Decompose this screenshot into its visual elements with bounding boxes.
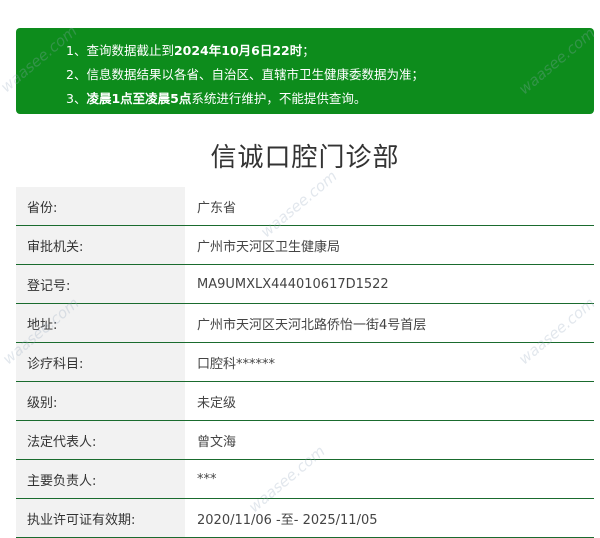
notice-line-3: 3、凌晨1点至凌晨5点系统进行维护，不能提供查询。	[66, 87, 594, 111]
notice-line-text: 信息数据结果以各省、自治区、直辖市卫生健康委数据为准；	[86, 67, 424, 82]
notice-line-emphasis: 凌晨1点至凌晨5点	[86, 91, 192, 106]
clinic-title: 信诚口腔门诊部	[210, 143, 400, 173]
notice-line-emphasis: 2024年10月6日22时	[173, 43, 303, 58]
notice-line-number: 2、	[66, 67, 87, 82]
row-value-legal-representative: 曾文海	[185, 420, 594, 460]
row-value-approval-authority: 广州市天河区卫生健康局	[185, 225, 594, 265]
row-label-level: 级别:	[16, 381, 185, 421]
notice-line-2: 2、信息数据结果以各省、自治区、直辖市卫生健康委数据为准；	[66, 63, 594, 87]
row-label-principal: 主要负责人:	[16, 459, 185, 499]
table-row: 级别: 未定级	[16, 381, 594, 421]
table-row: 地址: 广州市天河区天河北路侨怡一街4号首层	[16, 303, 594, 343]
row-value-province: 广东省	[185, 187, 594, 226]
table-row: 登记号: MA9UMXLX444010617D1522	[16, 264, 594, 304]
row-value-registration-number: MA9UMXLX444010617D1522	[185, 264, 594, 304]
notice-line-number: 3、	[66, 91, 87, 106]
row-value-license-validity: 2020/11/06 -至- 2025/11/05	[185, 498, 594, 538]
row-value-address: 广州市天河区天河北路侨怡一街4号首层	[185, 303, 594, 343]
table-row: 法定代表人: 曾文海	[16, 420, 594, 460]
row-label-legal-representative: 法定代表人:	[16, 420, 185, 460]
notice-line-text-end: ；	[302, 43, 315, 58]
row-value-level: 未定级	[185, 381, 594, 421]
row-label-license-validity: 执业许可证有效期:	[16, 498, 185, 538]
row-label-registration-number: 登记号:	[16, 264, 185, 304]
notice-line-1: 1、查询数据截止到2024年10月6日22时；	[66, 39, 594, 63]
table-row: 诊疗科目: 口腔科******	[16, 342, 594, 382]
table-row: 执业许可证有效期: 2020/11/06 -至- 2025/11/05	[16, 498, 594, 538]
notice-line-number: 1、	[66, 43, 87, 58]
notice-banner: 1、查询数据截止到2024年10月6日22时； 2、信息数据结果以各省、自治区、…	[16, 28, 594, 114]
notice-line-text: 查询数据截止到	[86, 43, 174, 58]
table-row: 省份: 广东省	[16, 187, 594, 226]
table-row: 审批机关: 广州市天河区卫生健康局	[16, 225, 594, 265]
row-value-principal: ***	[185, 459, 594, 499]
row-value-treatment-subjects: 口腔科******	[185, 342, 594, 382]
row-label-province: 省份:	[16, 187, 185, 226]
notice-line-text-end: 系统进行维护，不能提供查询。	[191, 91, 367, 106]
row-label-approval-authority: 审批机关:	[16, 225, 185, 265]
row-label-treatment-subjects: 诊疗科目:	[16, 342, 185, 382]
clinic-info-table: 省份: 广东省 审批机关: 广州市天河区卫生健康局 登记号: MA9UMXLX4…	[16, 187, 594, 538]
row-label-address: 地址:	[16, 303, 185, 343]
table-row: 主要负责人: ***	[16, 459, 594, 499]
